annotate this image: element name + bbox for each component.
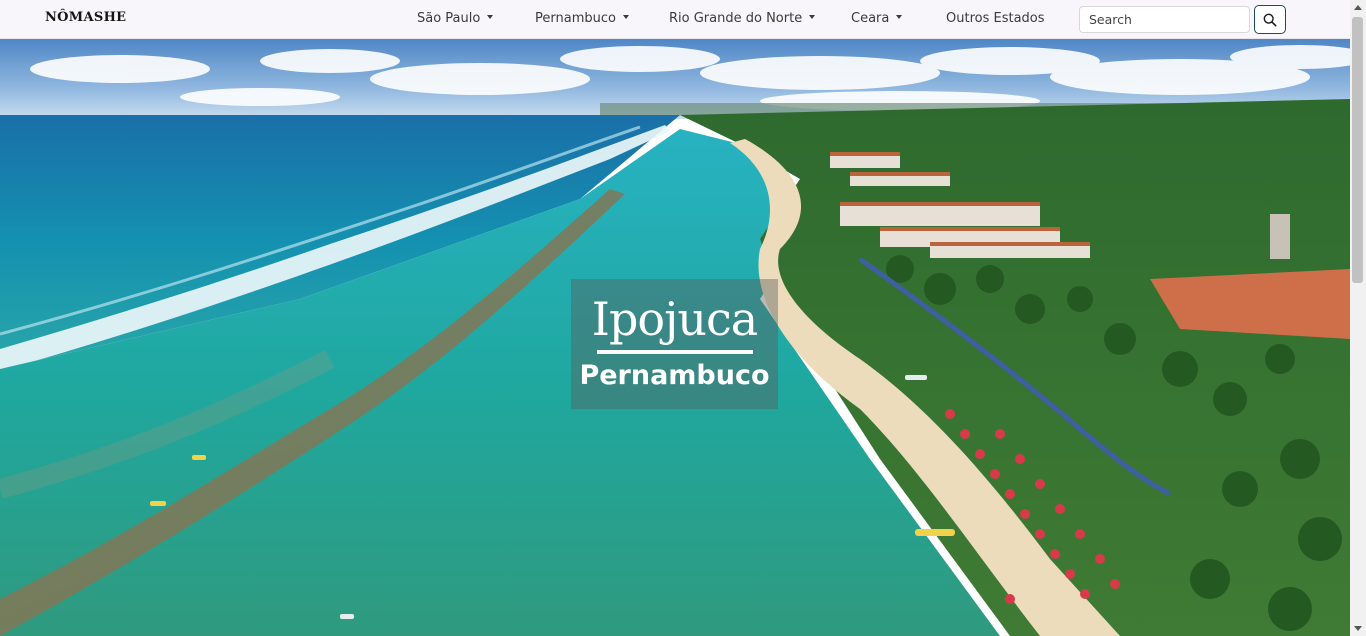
nav-item-outros-estados[interactable]: Outros Estados	[946, 11, 1045, 26]
hero-banner: Ipojuca Pernambuco	[0, 39, 1350, 636]
scroll-up-arrow-icon[interactable]	[1354, 5, 1362, 10]
hero-subtitle: Pernambuco	[579, 360, 770, 391]
search-icon	[1263, 13, 1277, 26]
nav-item-label: São Paulo	[417, 11, 481, 26]
nav-item-label: Ceara	[851, 11, 890, 26]
nav-item-label: Outros Estados	[946, 11, 1045, 26]
search-button[interactable]	[1254, 5, 1286, 34]
caret-down-icon	[809, 14, 816, 19]
search-input[interactable]	[1079, 6, 1250, 33]
hero-caption: Ipojuca Pernambuco	[571, 279, 778, 409]
nav-item-ceara[interactable]: Ceara	[851, 11, 903, 26]
nav-item-label: Rio Grande do Norte	[669, 11, 803, 26]
hero-title: Ipojuca	[591, 292, 758, 346]
hero-title-divider	[596, 350, 753, 354]
brand-logo[interactable]: NÔMASHE	[45, 10, 126, 25]
caret-down-icon	[622, 14, 629, 19]
nav-item-rio-grande-do-norte[interactable]: Rio Grande do Norte	[669, 11, 816, 26]
caret-down-icon	[487, 14, 494, 19]
scroll-down-arrow-icon[interactable]	[1354, 626, 1362, 631]
nav-item-pernambuco[interactable]: Pernambuco	[535, 11, 629, 26]
nav-item-label: Pernambuco	[535, 11, 616, 26]
navbar: NÔMASHE São Paulo Pernambuco Rio Grande …	[0, 0, 1350, 39]
scrollbar-thumb[interactable]	[1352, 17, 1363, 283]
nav-item-sao-paulo[interactable]: São Paulo	[417, 11, 494, 26]
page-scrollbar[interactable]	[1350, 0, 1366, 636]
caret-down-icon	[896, 14, 903, 19]
